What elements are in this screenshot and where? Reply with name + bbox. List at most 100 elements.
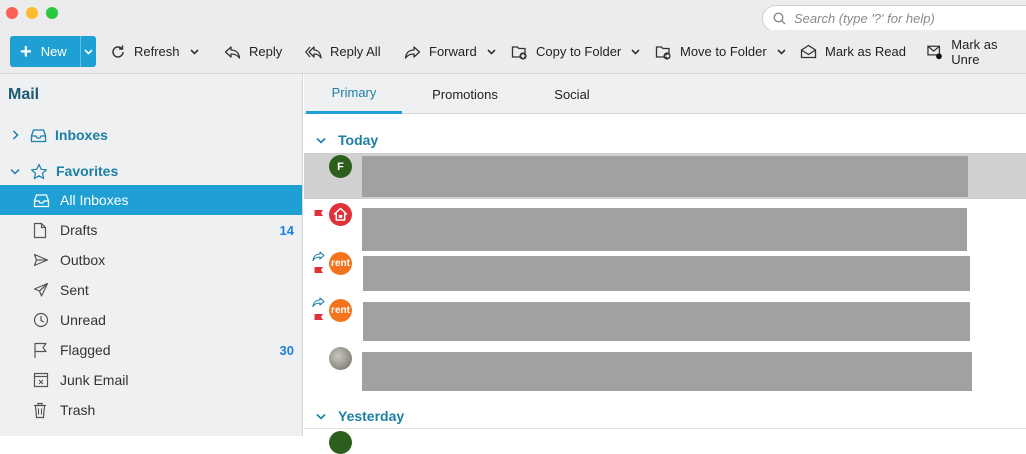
sidebar-item-outbox[interactable]: Outbox [0,245,302,275]
section-header-today[interactable]: Today [304,128,1026,152]
draft-icon [33,222,47,238]
clock-icon [33,312,49,328]
junk-icon [33,372,49,388]
chevron-right-icon[interactable] [0,130,30,140]
new-email-button[interactable]: + New [10,36,80,67]
message-row[interactable]: F [304,153,1026,199]
sender-avatar: rent [329,299,352,322]
message-row[interactable] [304,344,1026,394]
sidebar-item-sent[interactable]: Sent [0,275,302,305]
sender-avatar [329,431,352,454]
message-list-pane: Primary Promotions Social Today F rent r… [304,74,1026,454]
sidebar-item-drafts[interactable]: Drafts 14 [0,215,302,245]
forward-icon [404,45,421,59]
home-icon [333,207,348,221]
mark-as-read-button[interactable]: Mark as Read [800,36,906,67]
redacted-message-content [362,156,968,197]
search-placeholder: Search (type '?' for help) [794,11,935,26]
new-dropdown-button[interactable] [80,36,96,67]
mark-as-unread-button[interactable]: Mark as Unre [927,36,1026,67]
reply-icon [224,45,241,59]
forwarded-icon [312,297,325,307]
open-envelope-icon [800,44,817,59]
sender-avatar-photo [329,347,352,370]
chevron-down-icon[interactable] [777,48,786,55]
flag-icon [34,342,47,358]
copy-folder-icon [511,45,527,60]
zoom-window-button[interactable] [46,7,58,19]
sender-avatar: rent [329,252,352,275]
refresh-icon [112,45,124,58]
chevron-down-icon[interactable] [189,48,199,55]
refresh-button[interactable]: Refresh [110,36,199,67]
sidebar-item-trash[interactable]: Trash [0,395,302,425]
message-row[interactable]: rent [304,297,1026,343]
sidebar-item-label: Sent [60,282,89,298]
chevron-down-icon[interactable] [304,137,338,144]
chevron-down-icon[interactable] [0,168,30,175]
sidebar-item-junk-email[interactable]: Junk Email [0,365,302,395]
mark-as-read-label: Mark as Read [825,44,906,59]
redacted-message-content [362,208,967,251]
message-tabs: Primary Promotions Social [304,74,1026,114]
favorites-group[interactable]: Favorites [0,158,118,184]
message-row[interactable] [304,201,1026,251]
plus-icon: + [20,40,32,63]
section-header-yesterday[interactable]: Yesterday [304,404,1026,428]
outbox-icon [33,253,49,267]
chevron-down-icon[interactable] [631,48,640,55]
search-input[interactable]: Search (type '?' for help) [762,5,1026,32]
flag-icon[interactable] [313,209,324,221]
forward-button[interactable]: Forward [404,36,496,67]
flag-icon[interactable] [313,266,324,278]
new-button[interactable]: + New [10,36,96,67]
sent-icon [33,282,49,297]
tab-label: Promotions [432,86,498,102]
inboxes-group[interactable]: Inboxes [0,122,108,148]
sidebar-item-label: Drafts [60,222,98,238]
chevron-down-icon [84,48,93,55]
new-button-label: New [40,44,67,59]
sidebar-title: Mail [8,86,40,103]
reply-button[interactable]: Reply [224,36,282,67]
mark-as-unread-label: Mark as Unre [951,36,998,67]
tab-promotions[interactable]: Promotions [418,74,512,114]
move-to-folder-button[interactable]: Move to Folder [655,36,786,67]
section-label: Yesterday [338,408,405,424]
reply-label: Reply [249,44,283,59]
minimize-window-button[interactable] [26,7,38,19]
search-icon [773,12,786,25]
tab-primary[interactable]: Primary [306,74,402,114]
redacted-message-content [362,352,972,391]
sidebar-item-all-inboxes[interactable]: All Inboxes [0,185,302,215]
unread-envelope-icon [927,45,942,59]
reply-all-button[interactable]: Reply All [305,36,381,67]
toolbar: + New Refresh Reply Reply All Forward Co… [0,30,1026,74]
inbox-tray-icon [30,128,47,142]
sidebar: Mail Inboxes Favorites All Inboxes Draft… [0,74,303,436]
tab-label: Social [554,86,590,102]
tab-label: Primary [331,85,377,100]
message-row[interactable]: rent [304,251,1026,297]
sidebar-item-unread[interactable]: Unread [0,305,302,335]
sidebar-item-flagged[interactable]: Flagged 30 [0,335,302,365]
copy-to-folder-button[interactable]: Copy to Folder [511,36,640,67]
move-folder-icon [655,45,671,60]
forward-label: Forward [429,44,477,59]
inboxes-label: Inboxes [55,127,108,143]
flag-icon[interactable] [313,313,324,325]
forwarded-icon [312,251,325,261]
inbox-icon [33,193,50,207]
close-window-button[interactable] [6,7,18,19]
section-label: Today [338,132,379,148]
tab-social[interactable]: Social [538,74,606,114]
sender-avatar: F [329,155,352,178]
chevron-down-icon[interactable] [487,48,496,55]
trash-icon [34,402,46,418]
sidebar-item-label: Outbox [60,252,106,268]
copy-to-folder-label: Copy to Folder [536,44,622,59]
sender-avatar [329,203,352,226]
sidebar-item-label: All Inboxes [60,192,129,208]
chevron-down-icon[interactable] [304,413,338,420]
refresh-label: Refresh [134,44,180,59]
